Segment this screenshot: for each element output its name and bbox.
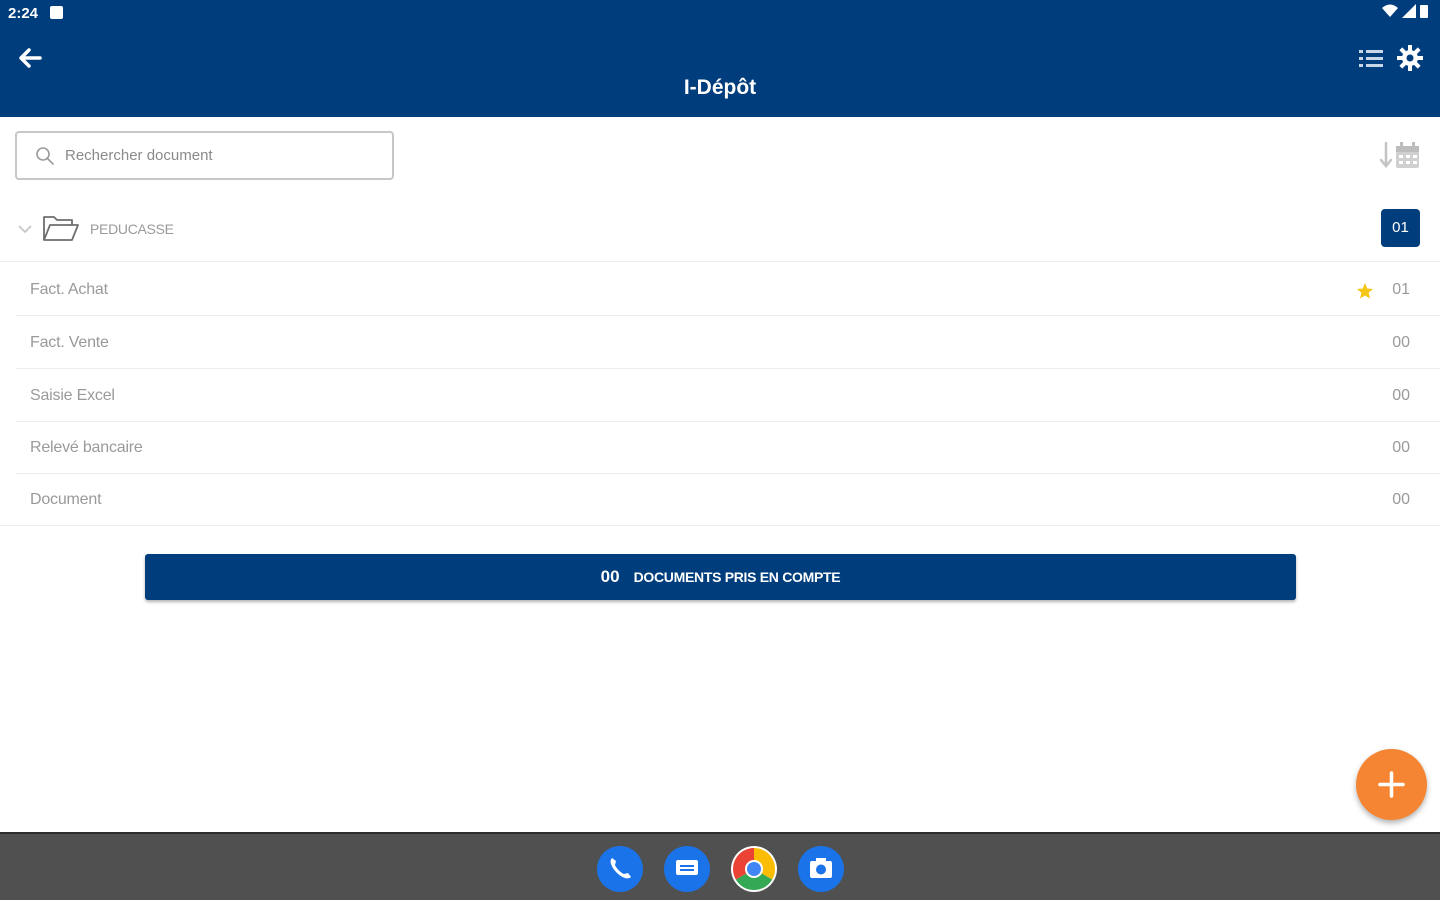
settings-button[interactable] bbox=[1396, 44, 1424, 72]
list-icon bbox=[1359, 50, 1383, 67]
system-dock bbox=[0, 832, 1440, 900]
signal-icon bbox=[1402, 4, 1416, 18]
sort-by-date-button[interactable] bbox=[1378, 138, 1424, 174]
category-count: 01 bbox=[1392, 281, 1410, 298]
list-item-releve-bancaire[interactable]: Relevé bancaire 00 bbox=[16, 422, 1440, 474]
folder-name: PEDUCASSE bbox=[90, 221, 174, 237]
gear-icon bbox=[1397, 45, 1423, 71]
category-label: Fact. Achat bbox=[30, 281, 108, 298]
phone-glyph-icon bbox=[610, 858, 631, 879]
list-view-button[interactable] bbox=[1356, 44, 1386, 74]
notification-icon bbox=[50, 6, 63, 19]
chevron-down-icon bbox=[18, 225, 32, 234]
messages-icon[interactable] bbox=[664, 846, 710, 892]
search-input[interactable] bbox=[65, 147, 365, 164]
category-label: Fact. Vente bbox=[30, 334, 109, 351]
chrome-glyph-icon bbox=[732, 848, 776, 891]
category-count: 00 bbox=[1392, 491, 1410, 508]
list-item-fact-achat[interactable]: Fact. Achat 01 bbox=[16, 264, 1440, 316]
back-button[interactable] bbox=[14, 42, 46, 74]
star-icon[interactable] bbox=[1356, 282, 1374, 300]
folder-count-badge: 01 bbox=[1381, 209, 1420, 247]
status-indicators bbox=[1382, 4, 1428, 18]
add-document-button[interactable] bbox=[1356, 749, 1427, 820]
summary-label: DOCUMENTS PRIS EN COMPTE bbox=[633, 569, 841, 585]
list-item-document[interactable]: Document 00 bbox=[0, 474, 1440, 526]
camera-icon[interactable] bbox=[798, 846, 844, 892]
plus-icon bbox=[1378, 771, 1405, 798]
phone-icon[interactable] bbox=[597, 846, 643, 892]
summary-count: 00 bbox=[600, 567, 620, 586]
search-box[interactable] bbox=[15, 131, 394, 180]
category-label: Saisie Excel bbox=[30, 387, 115, 404]
arrow-left-icon bbox=[19, 48, 42, 68]
battery-icon bbox=[1420, 5, 1428, 18]
documents-summary-button[interactable]: 00 DOCUMENTS PRIS EN COMPTE bbox=[145, 554, 1296, 600]
sort-calendar-icon bbox=[1379, 141, 1419, 168]
chat-glyph-icon bbox=[676, 860, 698, 875]
list-item-fact-vente[interactable]: Fact. Vente 00 bbox=[16, 317, 1440, 369]
list-item-saisie-excel[interactable]: Saisie Excel 00 bbox=[16, 370, 1440, 422]
status-time: 2:24 bbox=[8, 5, 39, 22]
category-count: 00 bbox=[1392, 439, 1410, 456]
chrome-icon[interactable] bbox=[731, 846, 777, 892]
category-count: 00 bbox=[1392, 334, 1410, 351]
category-label: Relevé bancaire bbox=[30, 439, 143, 456]
folder-row[interactable]: PEDUCASSE bbox=[0, 200, 1440, 262]
camera-glyph-icon bbox=[810, 858, 832, 878]
category-count: 00 bbox=[1392, 387, 1410, 404]
category-label: Document bbox=[30, 491, 102, 508]
search-icon bbox=[36, 146, 54, 165]
app-bar: 2:24 I-Dépôt bbox=[0, 0, 1440, 117]
page-title: I-Dépôt bbox=[683, 76, 757, 99]
wifi-icon bbox=[1382, 4, 1398, 17]
folder-open-icon bbox=[43, 216, 79, 241]
